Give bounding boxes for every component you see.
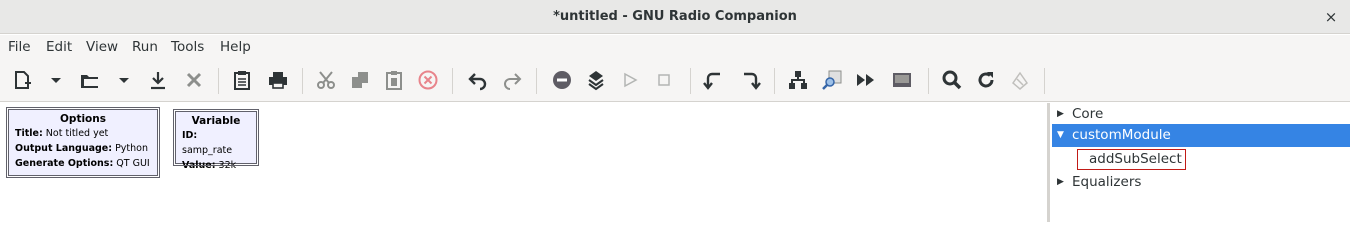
- block-param: ID: samp_rate: [182, 130, 233, 156]
- menu-tools[interactable]: Tools: [171, 39, 204, 55]
- menu-bar: File Edit View Run Tools Help: [0, 35, 1350, 60]
- block-title: Variable: [191, 115, 241, 127]
- generate-icon[interactable]: [852, 66, 880, 94]
- new-dropdown-icon[interactable]: [42, 66, 70, 94]
- toolbar-separator: [690, 68, 691, 94]
- expand-arrow-icon[interactable]: ▶: [1057, 171, 1064, 194]
- save-icon[interactable]: [144, 66, 172, 94]
- undo-icon[interactable]: [464, 66, 492, 94]
- collapse-arrow-icon[interactable]: ▼: [1057, 124, 1064, 147]
- open-dropdown-icon[interactable]: [110, 66, 138, 94]
- print-icon[interactable]: [264, 66, 292, 94]
- hierarchy-icon[interactable]: [784, 66, 812, 94]
- block-param: Value: 32k: [182, 160, 237, 171]
- bypass-block-icon[interactable]: [582, 66, 610, 94]
- cut-icon[interactable]: [312, 66, 340, 94]
- tree-item-equalizers[interactable]: ▶ Equalizers: [1052, 171, 1350, 194]
- block-param: Title: Not titled yet: [15, 128, 109, 139]
- block-param: Output Language: Python: [15, 143, 148, 154]
- toolbar-separator: [302, 68, 303, 94]
- execute-icon[interactable]: [616, 66, 644, 94]
- flowgraph-properties-icon[interactable]: [228, 66, 256, 94]
- rotate-cw-icon[interactable]: [736, 66, 764, 94]
- delete-icon[interactable]: [414, 66, 442, 94]
- flowgraph-canvas[interactable]: Options Title: Not titled yet Output Lan…: [0, 103, 1047, 222]
- new-file-icon[interactable]: [8, 66, 36, 94]
- tree-item-core[interactable]: ▶ Core: [1052, 103, 1350, 126]
- toolbar-separator: [218, 68, 219, 94]
- screen-capture-icon[interactable]: [888, 66, 916, 94]
- title-bar: *untitled - GNU Radio Companion ×: [0, 0, 1350, 34]
- menu-run[interactable]: Run: [132, 39, 158, 55]
- menu-file[interactable]: File: [8, 39, 31, 55]
- rotate-ccw-icon[interactable]: [700, 66, 728, 94]
- clear-icon[interactable]: [1006, 66, 1034, 94]
- toolbar-separator: [1044, 68, 1045, 94]
- search-icon[interactable]: [938, 66, 966, 94]
- stop-icon[interactable]: [650, 66, 678, 94]
- disable-block-icon[interactable]: [548, 66, 576, 94]
- expand-arrow-icon[interactable]: ▶: [1057, 103, 1064, 126]
- block-title: Options: [60, 113, 106, 125]
- block-param: Generate Options: QT GUI: [15, 158, 150, 169]
- copy-icon[interactable]: [346, 66, 374, 94]
- open-file-icon[interactable]: [76, 66, 104, 94]
- window-title: *untitled - GNU Radio Companion: [553, 9, 797, 24]
- toolbar-separator: [928, 68, 929, 94]
- toolbar-separator: [452, 68, 453, 94]
- menu-view[interactable]: View: [86, 39, 118, 55]
- close-file-icon[interactable]: [180, 66, 208, 94]
- tree-item-custommodule[interactable]: ▼ customModule: [1052, 124, 1350, 147]
- paste-icon[interactable]: [380, 66, 408, 94]
- toolbar-separator: [536, 68, 537, 94]
- toolbar-separator: [774, 68, 775, 94]
- find-block-icon[interactable]: [818, 66, 846, 94]
- toolbar: [0, 60, 1350, 102]
- variable-block[interactable]: Variable ID: samp_rate Value: 32k: [173, 109, 259, 171]
- tree-item-addsubselect[interactable]: addSubSelect: [1077, 149, 1186, 170]
- menu-edit[interactable]: Edit: [46, 39, 72, 55]
- options-block[interactable]: Options Title: Not titled yet Output Lan…: [6, 107, 160, 178]
- redo-icon[interactable]: [498, 66, 526, 94]
- close-window-button[interactable]: ×: [1322, 8, 1340, 26]
- reload-icon[interactable]: [972, 66, 1000, 94]
- menu-help[interactable]: Help: [220, 39, 251, 55]
- pane-divider[interactable]: [1047, 103, 1050, 222]
